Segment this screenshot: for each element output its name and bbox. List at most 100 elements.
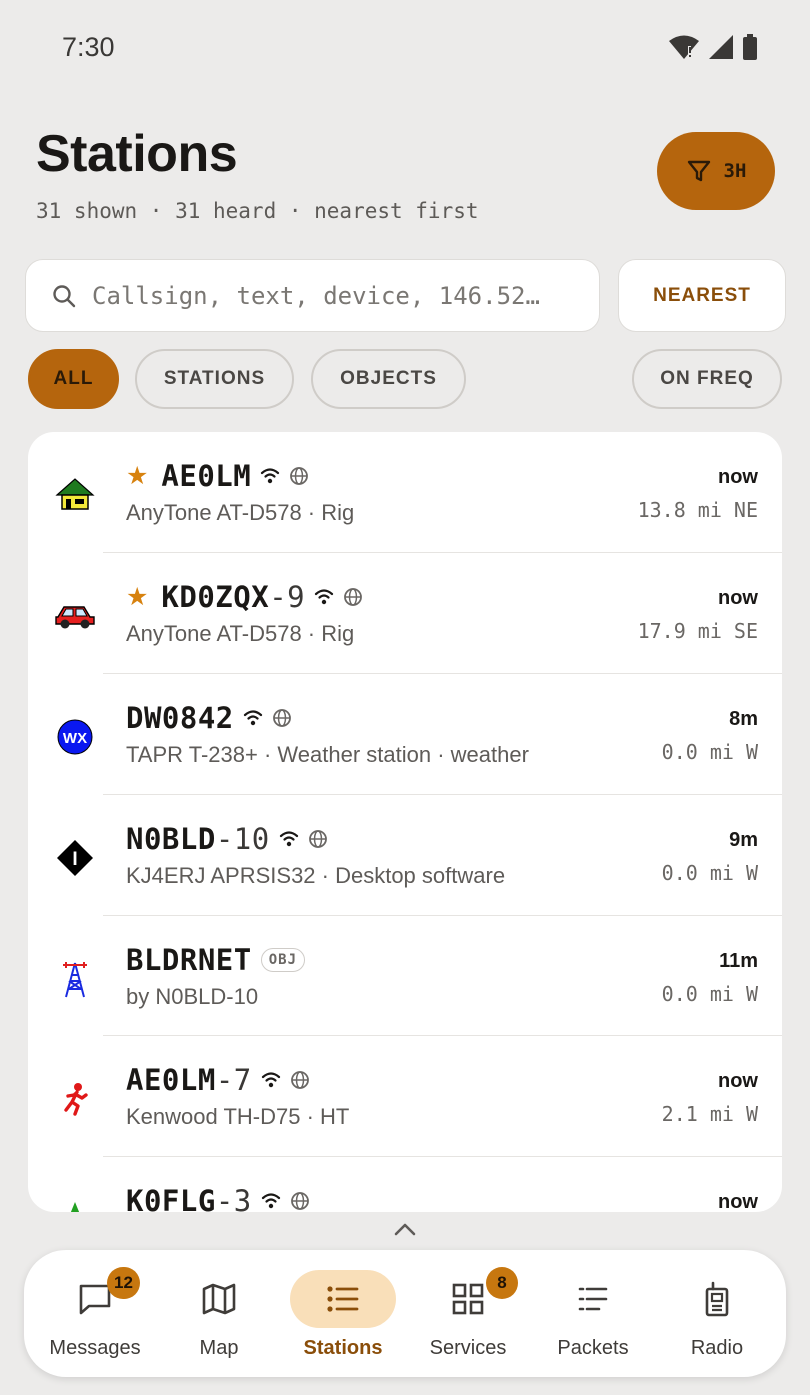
weather-station-icon: WX [52,714,98,760]
igate-label: I [72,849,77,870]
internet-globe-icon [344,588,363,606]
station-list[interactable]: ★ AE0LM AnyTone AT-D578 · Rig now 13.8 m… [28,432,782,1212]
station-last-heard: now [718,466,758,488]
station-ssid: -7 [215,1063,252,1097]
nav-map-label: Map [199,1337,239,1359]
house-icon [52,472,98,518]
radio-tower-icon [52,956,98,1002]
search-input[interactable] [92,281,562,310]
station-row[interactable]: K0FLG -3 now [28,1157,782,1212]
station-callsign: AE0LM [126,1063,216,1097]
station-callsign: AE0LM [161,459,252,493]
station-last-heard: now [718,587,758,609]
favorite-star-icon[interactable]: ★ [126,582,148,612]
time-filter-button[interactable]: 3H [657,132,775,210]
rf-signal-icon [279,831,298,847]
station-distance: 2.1 mi W [661,1102,758,1126]
packet-list-icon [578,1287,608,1311]
nav-radio[interactable]: Radio [655,1250,779,1377]
internet-globe-icon [308,830,327,848]
nav-services-label: Services [429,1337,507,1359]
wifi-alert-icon [669,35,699,59]
station-last-heard: 8m [729,708,758,730]
nav-packets-label: Packets [557,1337,629,1359]
station-distance: 17.9 mi SE [637,619,758,643]
nav-messages[interactable]: 12 Messages [33,1250,157,1377]
station-row[interactable]: I N0BLD -10 KJ4ERJ APRSIS32 · Desktop so… [28,795,782,916]
rf-signal-icon [261,468,280,484]
chip-objects[interactable]: OBJECTS [311,349,466,409]
station-callsign: BLDRNET [126,943,252,977]
nav-packets[interactable]: Packets [531,1250,655,1377]
chip-on-freq[interactable]: ON FREQ [632,349,782,409]
cell-signal-icon [709,35,733,59]
station-meta: Kenwood TH-D75 · HT [126,1104,350,1129]
station-distance: 0.0 mi W [661,982,758,1006]
station-distance: 0.0 mi W [661,740,758,764]
nav-services[interactable]: 8 Services [406,1250,530,1377]
station-callsign: N0BLD [126,822,216,856]
object-badge: OBJ [260,948,306,972]
nav-stations[interactable]: Stations [281,1250,405,1377]
station-ssid: -3 [215,1184,252,1212]
station-last-heard: now [718,1070,758,1092]
igate-diamond-icon: I [52,835,98,881]
internet-globe-icon [290,467,309,485]
weather-station-label: WX [63,730,87,747]
services-badge: 8 [486,1267,518,1299]
station-last-heard: 11m [719,950,758,972]
bottom-navigation: 12 Messages Map Stations 8 Services Pack… [24,1250,786,1377]
favorite-star-icon[interactable]: ★ [126,461,148,491]
station-callsign: K0FLG [126,1184,216,1212]
rf-signal-icon [261,1072,280,1088]
list-icon [327,1286,359,1312]
battery-icon [743,34,757,60]
grid-icon [452,1283,484,1315]
page-title: Stations [36,125,238,183]
station-distance: 0.0 mi W [661,861,758,885]
station-meta: KJ4ERJ APRSIS32 · Desktop software [126,863,506,888]
green-star-icon [52,1195,98,1212]
station-row[interactable]: ★ AE0LM AnyTone AT-D578 · Rig now 13.8 m… [28,432,782,553]
internet-globe-icon [272,709,291,727]
map-icon [202,1283,236,1315]
nav-map[interactable]: Map [157,1250,281,1377]
station-row[interactable]: BLDRNET OBJ by N0BLD-10 11m 0.0 mi W [28,916,782,1036]
station-ssid: -10 [215,822,270,856]
chevron-up-icon[interactable] [393,1221,417,1237]
messages-badge: 12 [107,1267,140,1299]
station-meta: AnyTone AT-D578 · Rig [126,500,355,525]
search-icon [53,284,76,307]
filter-icon [687,160,710,182]
station-ssid: -9 [269,580,306,614]
station-callsign: KD0ZQX [161,580,270,614]
search-box[interactable] [25,259,600,332]
nav-radio-label: Radio [690,1337,744,1359]
station-distance: 13.8 mi NE [637,498,758,522]
chip-all[interactable]: ALL [28,349,119,409]
station-row[interactable]: ★ KD0ZQX -9 AnyTone AT-D578 · Rig now 17… [28,553,782,674]
internet-globe-icon [290,1192,309,1210]
rf-signal-icon [315,589,334,605]
station-last-heard: 9m [729,829,758,851]
station-meta: TAPR T-238+ · Weather station · weather [126,742,529,767]
station-row[interactable]: WX DW0842 TAPR T-238+ · Weather station … [28,674,782,795]
station-last-heard: now [718,1191,758,1212]
station-row[interactable]: AE0LM -7 Kenwood TH-D75 · HT now 2.1 mi … [28,1036,782,1157]
status-bar: 7:30 [0,0,810,96]
car-icon [52,593,98,639]
station-callsign: DW0842 [126,701,234,735]
nav-messages-label: Messages [49,1337,141,1359]
status-icons [668,34,758,60]
sort-nearest-button[interactable]: NEAREST [618,259,786,332]
station-meta: AnyTone AT-D578 · Rig [126,621,355,646]
station-meta: by N0BLD-10 [126,984,259,1009]
time-filter-label: 3H [723,160,747,182]
rf-signal-icon [261,1193,280,1209]
rf-signal-icon [243,710,262,726]
page-subtitle: 31 shown · 31 heard · nearest first [36,199,479,223]
chip-stations[interactable]: STATIONS [135,349,294,409]
nav-stations-label: Stations [303,1337,383,1359]
status-time: 7:30 [62,32,115,62]
runner-icon [52,1076,98,1122]
